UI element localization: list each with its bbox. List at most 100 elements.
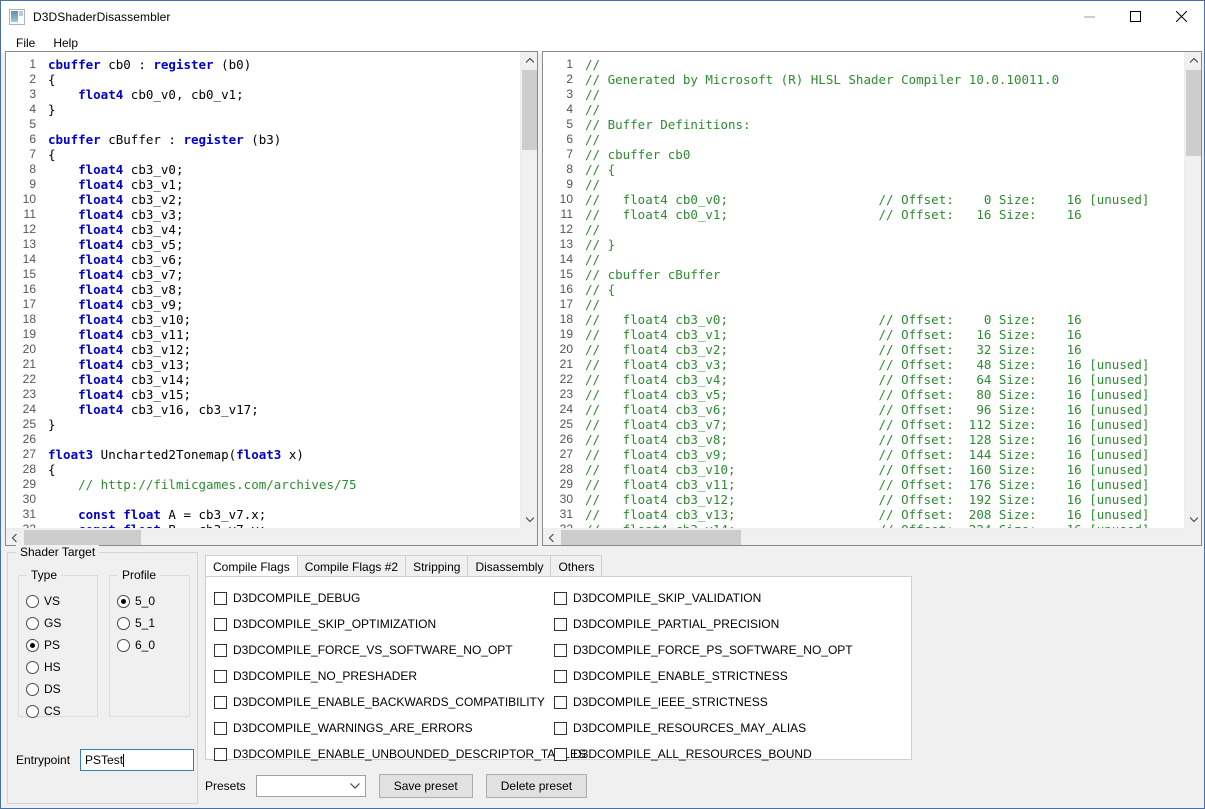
radio-icon[interactable] [26, 616, 39, 630]
hlsl-source-editor[interactable]: 1 cbuffer cb0 : register (b0) 2{3 float4 c… [5, 51, 538, 546]
checkbox-icon[interactable] [214, 617, 227, 631]
entrypoint-label: Entrypoint [16, 753, 71, 767]
tab-compile-flags-2[interactable]: Compile Flags #2 [296, 555, 407, 577]
code-line: 19 // float4 cb3_v1; // Offset: 16 Size: … [543, 327, 1184, 342]
checkbox-icon[interactable] [214, 591, 227, 605]
tab-compile-flags[interactable]: Compile Flags [205, 555, 298, 577]
disassembly-output-text[interactable]: 1 // 2 // Generated by Microsoft (R) HLSL S… [543, 52, 1184, 528]
radio-label: GS [44, 616, 62, 630]
radio-icon[interactable] [26, 682, 39, 696]
checkbox-icon[interactable] [554, 721, 567, 735]
radio-icon[interactable] [117, 594, 130, 608]
menu-item-help[interactable]: Help [44, 34, 87, 52]
code-line-text: // Generated by Microsoft (R) HLSL Shade… [585, 72, 1060, 87]
shader-type-group: Type VS GS PS HS DS CS [18, 568, 98, 718]
scroll-left-icon[interactable] [543, 529, 560, 545]
checkbox-icon[interactable] [554, 669, 567, 683]
shader-profile-option-5_0[interactable]: 5_0 [110, 590, 189, 612]
code-line-text: // [585, 252, 601, 267]
radio-icon[interactable] [117, 616, 130, 630]
menu-bar: File Help [1, 32, 1204, 53]
scroll-up-icon[interactable] [521, 52, 537, 69]
checkbox-d3dcompile-skip-validation[interactable]: D3DCOMPILE_SKIP_VALIDATION [554, 585, 853, 611]
code-line: 22 float4 cb3_v14; [6, 372, 520, 387]
left-editor-vscroll-thumb[interactable] [522, 70, 537, 150]
checkbox-icon[interactable] [214, 643, 227, 657]
checkbox-d3dcompile-force-ps-software-no-opt[interactable]: D3DCOMPILE_FORCE_PS_SOFTWARE_NO_OPT [554, 637, 853, 663]
checkbox-icon[interactable] [554, 591, 567, 605]
close-button[interactable] [1158, 1, 1204, 32]
checkbox-d3dcompile-enable-unbounded-descriptor-tables[interactable]: D3DCOMPILE_ENABLE_UNBOUNDED_DESCRIPTOR_T… [214, 741, 586, 767]
checkbox-d3dcompile-no-preshader[interactable]: D3DCOMPILE_NO_PRESHADER [214, 663, 586, 689]
scroll-left-icon[interactable] [6, 529, 23, 545]
scroll-up-icon[interactable] [1185, 52, 1201, 69]
code-line: 2 // Generated by Microsoft (R) HLSL Shad… [543, 72, 1184, 87]
tab-stripping[interactable]: Stripping [405, 555, 469, 577]
text-caret [123, 753, 125, 767]
checkbox-d3dcompile-resources-may-alias[interactable]: D3DCOMPILE_RESOURCES_MAY_ALIAS [554, 715, 853, 741]
shader-type-option-gs[interactable]: GS [19, 612, 97, 634]
left-editor-horizontal-scrollbar[interactable] [6, 528, 537, 545]
scroll-down-icon[interactable] [1185, 511, 1201, 528]
checkbox-d3dcompile-all-resources-bound[interactable]: D3DCOMPILE_ALL_RESOURCES_BOUND [554, 741, 853, 767]
checkbox-d3dcompile-skip-optimization[interactable]: D3DCOMPILE_SKIP_OPTIMIZATION [214, 611, 586, 637]
radio-icon[interactable] [117, 638, 130, 652]
left-editor-vertical-scrollbar[interactable] [520, 52, 537, 528]
checkbox-icon[interactable] [214, 747, 227, 761]
tab-disassembly[interactable]: Disassembly [467, 555, 552, 577]
radio-label: DS [44, 682, 61, 696]
line-number: 12 [559, 222, 573, 236]
code-line: 28 // float4 cb3_v10; // Offset: 160 Size… [543, 462, 1184, 477]
right-editor-horizontal-scrollbar[interactable] [543, 528, 1201, 545]
shader-type-option-ps[interactable]: PS [19, 634, 97, 656]
radio-icon[interactable] [26, 704, 39, 718]
line-number: 20 [22, 342, 36, 356]
right-editor-hscroll-thumb[interactable] [561, 530, 741, 545]
hlsl-source-text[interactable]: 1 cbuffer cb0 : register (b0) 2{3 float4 c… [6, 52, 520, 528]
code-line: 5 // Buffer Definitions: [543, 117, 1184, 132]
checkbox-d3dcompile-debug[interactable]: D3DCOMPILE_DEBUG [214, 585, 586, 611]
checkbox-d3dcompile-ieee-strictness[interactable]: D3DCOMPILE_IEEE_STRICTNESS [554, 689, 853, 715]
left-editor-hscroll-thumb[interactable] [24, 530, 141, 545]
entrypoint-input[interactable]: PSTest [80, 749, 195, 771]
checkbox-d3dcompile-enable-backwards-compatibility[interactable]: D3DCOMPILE_ENABLE_BACKWARDS_COMPATIBILIT… [214, 689, 586, 715]
checkbox-d3dcompile-warnings-are-errors[interactable]: D3DCOMPILE_WARNINGS_ARE_ERRORS [214, 715, 586, 741]
code-line: 13 // } [543, 237, 1184, 252]
checkbox-label: D3DCOMPILE_ENABLE_STRICTNESS [573, 669, 788, 683]
checkbox-d3dcompile-force-vs-software-no-opt[interactable]: D3DCOMPILE_FORCE_VS_SOFTWARE_NO_OPT [214, 637, 586, 663]
maximize-button[interactable] [1112, 1, 1158, 32]
checkbox-icon[interactable] [214, 669, 227, 683]
tab-others[interactable]: Others [550, 555, 603, 577]
checkbox-icon[interactable] [554, 747, 567, 761]
shader-profile-option-5_1[interactable]: 5_1 [110, 612, 189, 634]
checkbox-icon[interactable] [214, 721, 227, 735]
code-line: 10 float4 cb3_v2; [6, 192, 520, 207]
right-editor-vscroll-thumb[interactable] [1186, 70, 1201, 156]
disassembly-output-editor[interactable]: 1 // 2 // Generated by Microsoft (R) HLSL S… [542, 51, 1202, 546]
code-line-text: // float4 cb3_v8; // Offset: 128 Size: 1… [585, 432, 1150, 447]
shader-type-option-cs[interactable]: CS [19, 700, 97, 722]
menu-item-file[interactable]: File [7, 34, 44, 52]
presets-combobox[interactable] [255, 775, 366, 797]
line-number: 25 [22, 417, 36, 431]
code-line: 25 // float4 cb3_v7; // Offset: 112 Size:… [543, 417, 1184, 432]
shader-type-option-ds[interactable]: DS [19, 678, 97, 700]
shader-profile-option-6_0[interactable]: 6_0 [110, 634, 189, 656]
checkbox-d3dcompile-enable-strictness[interactable]: D3DCOMPILE_ENABLE_STRICTNESS [554, 663, 853, 689]
shader-type-option-hs[interactable]: HS [19, 656, 97, 678]
shader-type-option-vs[interactable]: VS [19, 590, 97, 612]
radio-icon[interactable] [26, 638, 39, 652]
checkbox-icon[interactable] [554, 643, 567, 657]
checkbox-d3dcompile-partial-precision[interactable]: D3DCOMPILE_PARTIAL_PRECISION [554, 611, 853, 637]
line-number: 8 [29, 162, 36, 176]
right-editor-vertical-scrollbar[interactable] [1184, 52, 1201, 528]
save-preset-button[interactable]: Save preset [378, 774, 473, 798]
delete-preset-button[interactable]: Delete preset [485, 774, 588, 798]
checkbox-icon[interactable] [554, 617, 567, 631]
scroll-down-icon[interactable] [521, 511, 537, 528]
checkbox-icon[interactable] [554, 695, 567, 709]
radio-icon[interactable] [26, 660, 39, 674]
radio-icon[interactable] [26, 594, 39, 608]
minimize-button[interactable] [1066, 1, 1112, 32]
checkbox-icon[interactable] [214, 695, 227, 709]
